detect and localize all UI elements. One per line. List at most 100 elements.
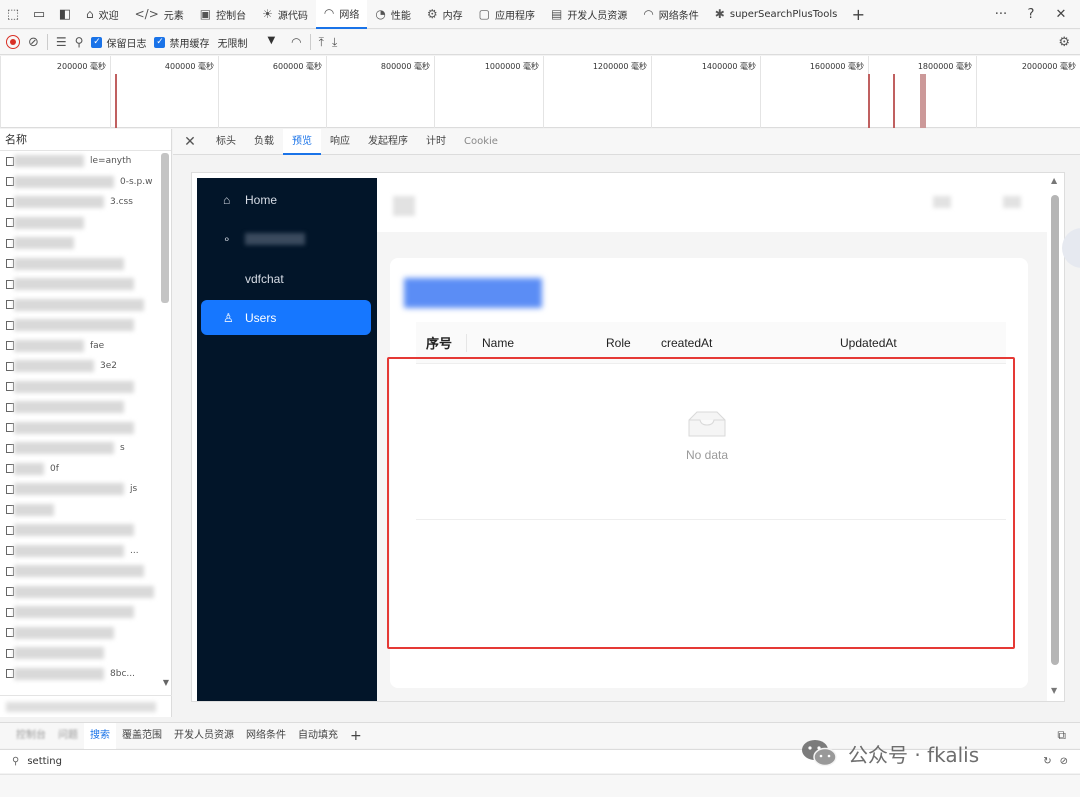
tab-console[interactable]: ▣ 控制台	[192, 0, 254, 29]
request-row[interactable]: 0f	[0, 459, 171, 480]
tab-sources[interactable]: ☀ 源代码	[254, 0, 316, 29]
request-row[interactable]	[0, 418, 171, 439]
tab-timing[interactable]: 计时	[417, 129, 455, 155]
request-row[interactable]	[0, 397, 171, 418]
clear-icon[interactable]: ⊘	[1060, 756, 1068, 767]
tab-headers[interactable]: 标头	[207, 129, 245, 155]
request-row[interactable]	[0, 213, 171, 234]
scroll-up-icon[interactable]: ▲	[1051, 176, 1057, 185]
request-row[interactable]: 8bc...	[0, 664, 171, 685]
request-row[interactable]: le=anyth	[0, 151, 171, 172]
dock-icon[interactable]: ⧉	[1057, 728, 1066, 743]
request-row[interactable]	[0, 561, 171, 582]
request-row[interactable]	[0, 254, 171, 275]
tab-supersearch[interactable]: ✱ superSearchPlusTools	[707, 0, 846, 29]
request-row[interactable]	[0, 315, 171, 336]
tab-network-conditions[interactable]: 网络条件	[240, 723, 292, 749]
blurred-icon[interactable]	[933, 196, 951, 208]
refresh-icon[interactable]: ↻	[1043, 756, 1051, 767]
more-icon[interactable]: ···	[988, 0, 1014, 29]
upload-icon[interactable]: ⤒	[319, 35, 324, 50]
add-tab-button[interactable]: +	[845, 0, 871, 29]
request-name: 0f	[50, 463, 59, 474]
filter-icon[interactable]: ☰	[56, 35, 67, 49]
help-icon[interactable]: ?	[1018, 0, 1044, 29]
request-row[interactable]: 0-s.p.w	[0, 172, 171, 193]
tab-response[interactable]: 响应	[321, 129, 359, 155]
network-timeline[interactable]: 200000 毫秒 400000 毫秒 600000 毫秒 800000 毫秒 …	[0, 56, 1080, 148]
sidebar-item-users[interactable]: ♙ Users	[201, 300, 371, 335]
request-row[interactable]: ...	[0, 541, 171, 562]
device-icon[interactable]: ▭	[26, 0, 52, 29]
request-row[interactable]	[0, 233, 171, 254]
inspect-icon[interactable]: ⬚	[0, 0, 26, 29]
request-row[interactable]: s	[0, 438, 171, 459]
dock-icon[interactable]: ◧	[52, 0, 78, 29]
request-row[interactable]: 3e2	[0, 356, 171, 377]
tab-initiator[interactable]: 发起程序	[359, 129, 417, 155]
request-row[interactable]: js	[0, 479, 171, 500]
tab-console[interactable]: 控制台	[10, 723, 52, 749]
request-row[interactable]	[0, 623, 171, 644]
add-tab-button[interactable]: +	[344, 723, 368, 749]
tab-welcome[interactable]: ⌂ 欢迎	[78, 0, 127, 29]
request-row[interactable]	[0, 602, 171, 623]
name-column-header[interactable]: 名称	[0, 129, 171, 151]
request-row[interactable]	[0, 520, 171, 541]
request-row[interactable]	[0, 582, 171, 603]
request-row[interactable]	[0, 274, 171, 295]
request-row[interactable]: fae	[0, 336, 171, 357]
tab-preview[interactable]: 预览	[283, 128, 321, 155]
blurred-icon[interactable]	[1003, 196, 1021, 208]
tab-cookie[interactable]: Cookie	[455, 129, 507, 155]
timeline-column: 400000 毫秒	[110, 56, 218, 128]
sidebar-item-vdfchat[interactable]: vdfchat	[201, 261, 371, 296]
blurred-name	[14, 585, 154, 598]
request-row[interactable]	[0, 295, 171, 316]
tab-elements[interactable]: </> 元素	[127, 0, 192, 29]
scroll-down-icon[interactable]: ▼	[163, 678, 169, 687]
record-button[interactable]	[6, 35, 20, 49]
tab-application[interactable]: ▢ 应用程序	[471, 0, 543, 29]
column-header-index[interactable]: 序号	[426, 333, 452, 352]
disable-cache-checkbox[interactable]: ✓ 禁用缓存	[154, 35, 209, 50]
column-header-role[interactable]: Role	[606, 336, 631, 350]
request-row[interactable]	[0, 377, 171, 398]
close-icon[interactable]: ✕	[173, 134, 207, 150]
column-header-created-at[interactable]: createdAt	[661, 336, 712, 350]
settings-icon[interactable]: ⚙	[1058, 35, 1070, 50]
tab-dev-resources[interactable]: ▤ 开发人员资源	[543, 0, 635, 29]
request-summary	[0, 695, 172, 717]
request-row[interactable]: 3.css	[0, 192, 171, 213]
preserve-log-checkbox[interactable]: ✓ 保留日志	[91, 35, 146, 50]
throttle-select[interactable]: 无限制 ▼	[217, 35, 275, 50]
preview-scrollbar[interactable]	[1051, 195, 1059, 665]
request-name: 8bc...	[110, 668, 135, 679]
tab-network[interactable]: ◠ 网络	[315, 0, 368, 29]
tab-dev-resources[interactable]: 开发人员资源	[168, 723, 240, 749]
close-icon[interactable]: ✕	[1048, 0, 1074, 29]
clear-icon[interactable]: ⊘	[28, 35, 39, 50]
tab-network-conditions[interactable]: ◠ 网络条件	[635, 0, 706, 29]
sidebar-item-blurred[interactable]: ∘	[201, 221, 371, 256]
tab-performance[interactable]: ◔ 性能	[367, 0, 418, 29]
scrollbar[interactable]	[161, 153, 169, 303]
download-icon[interactable]: ⤓	[332, 35, 337, 50]
request-row[interactable]	[0, 643, 171, 664]
request-row[interactable]	[0, 500, 171, 521]
search-icon[interactable]: ⚲	[75, 35, 84, 49]
column-header-name[interactable]: Name	[482, 336, 514, 350]
sidebar-item-home[interactable]: ⌂ Home	[201, 182, 371, 217]
tab-autofill[interactable]: 自动填充	[292, 723, 344, 749]
wifi-settings-icon[interactable]: ◠	[291, 35, 301, 49]
search-input[interactable]: setting	[27, 756, 62, 767]
tab-coverage[interactable]: 覆盖范围	[116, 723, 168, 749]
tab-issues[interactable]: 问题	[52, 723, 84, 749]
scroll-down-icon[interactable]: ▼	[1051, 686, 1057, 695]
tab-memory[interactable]: ⚙ 内存	[419, 0, 471, 29]
column-divider	[466, 334, 467, 352]
column-header-updated-at[interactable]: UpdatedAt	[840, 336, 897, 350]
blurred-name	[14, 339, 84, 352]
tab-payload[interactable]: 负载	[245, 129, 283, 155]
tab-search[interactable]: 搜索	[84, 722, 116, 749]
